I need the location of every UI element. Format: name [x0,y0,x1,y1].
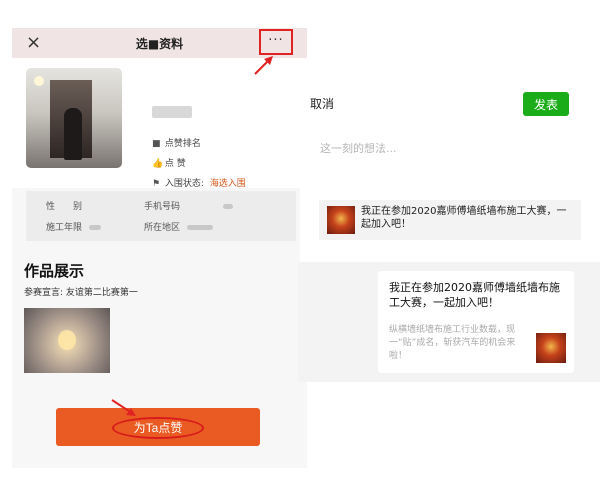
share-card-text: 我正在参加2020嘉师傅墙纸墙布施工大赛，一起加入吧！ [361,206,567,230]
bubble-thumbnail [536,333,566,363]
likes-label: 点 赞 [164,159,186,169]
chat-link-bubble[interactable]: 我正在参加2020嘉师傅墙纸墙布施工大赛，一起加入吧！ 纵横墙纸墙布施工行业数载… [378,271,574,373]
arrow-icon [254,56,273,75]
profile-screen: × 选■资料 ··· ■ 点赞排名 👍 点 赞 ⚑ 入围状态: 海选入围 性 别 [12,28,307,468]
profile-card: ■ 点赞排名 👍 点 赞 ⚑ 入围状态: 海选入围 [12,58,307,189]
rank-icon: ■ [152,139,161,149]
region-field: 所在地区 [144,220,213,233]
share-thumbnail [327,206,355,234]
thumbs-up-icon: 👍 [152,159,164,169]
vote-button[interactable]: 为Ta点赞 [56,408,260,446]
region-label: 所在地区 [144,223,181,233]
gender-field: 性 别 [46,199,82,212]
shared-link-card[interactable]: 我正在参加2020嘉师傅墙纸墙布施工大赛，一起加入吧！ [319,200,581,240]
status-row: ⚑ 入围状态: 海选入围 [152,176,246,189]
blurred-years [88,225,101,230]
years-label: 施工年限 [46,223,83,233]
status-value: 海选入围 [209,179,246,189]
years-field: 施工年限 [46,220,101,233]
more-highlight-box: ··· [259,29,293,55]
vote-button-label: 为Ta点赞 [133,421,183,435]
avatar-photo [26,68,122,168]
blurred-region [186,225,213,230]
status-label: 入围状态: [164,179,204,189]
share-screen: 取消 发表 这一刻的想法... 我正在参加2020嘉师傅墙纸墙布施工大赛，一起加… [300,88,600,270]
cancel-button[interactable]: 取消 [310,95,334,112]
info-grid: 性 别 手机号码 施工年限 所在地区 [26,191,296,241]
phone-label: 手机号码 [144,202,181,212]
gender-label: 性 别 [46,202,83,212]
flag-icon: ⚑ [152,179,161,189]
more-icon[interactable]: ··· [261,34,291,48]
arrow-icon [111,399,136,416]
blurred-name [152,106,192,118]
likes-row: 👍 点 赞 [152,156,186,169]
bubble-description: 纵横墙纸墙布施工行业数载，现一“贴”成名，斩获汽车的机会来啦！ [389,325,516,361]
thought-input-placeholder[interactable]: 这一刻的想法... [320,140,397,156]
declaration-text: 参赛宣言: 友谊第二比赛第一 [24,288,138,298]
bubble-title: 我正在参加2020嘉师傅墙纸墙布施工大赛，一起加入吧！ [389,281,560,309]
blurred-phone [222,204,233,209]
rank-label: 点赞排名 [164,139,201,149]
rank-row: ■ 点赞排名 [152,136,201,149]
phone-field: 手机号码 [144,199,233,212]
chat-screen: 我正在参加2020嘉师傅墙纸墙布施工大赛，一起加入吧！ 纵横墙纸墙布施工行业数载… [298,262,600,382]
work-photo[interactable] [24,308,110,373]
works-heading: 作品展示 [24,262,85,280]
publish-button[interactable]: 发表 [523,92,569,116]
